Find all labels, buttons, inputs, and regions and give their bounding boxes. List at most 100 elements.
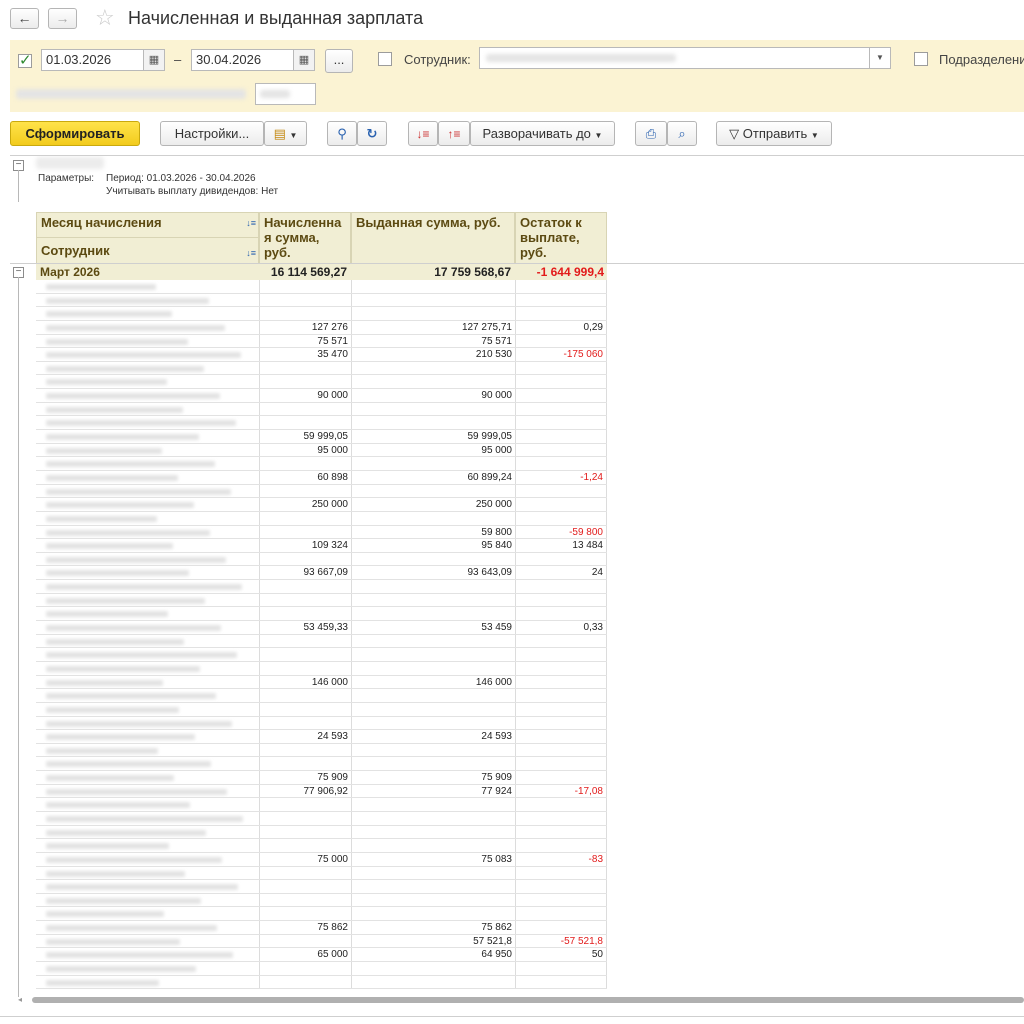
cell-paid: 59 999,05 [351, 430, 515, 443]
table-row[interactable]: 75 862 75 862 [36, 921, 607, 935]
table-row[interactable] [36, 975, 607, 990]
table-row[interactable] [36, 607, 607, 622]
forward-button[interactable]: → [48, 8, 77, 29]
table-row[interactable] [36, 648, 607, 662]
table-row[interactable]: 75 571 75 571 [36, 334, 607, 349]
sort-asc-button[interactable]: ↓≡ [408, 121, 438, 146]
table-row[interactable] [36, 416, 607, 431]
table-row[interactable]: 90 000 90 000 [36, 389, 607, 403]
table-row[interactable] [36, 580, 607, 594]
table-row[interactable] [36, 798, 607, 812]
cell-paid [351, 743, 515, 757]
report-variant-icon: ▤ [273, 126, 286, 141]
print-button[interactable]: ⎙ [635, 121, 667, 146]
table-row[interactable] [36, 743, 607, 758]
table-row[interactable] [36, 839, 607, 853]
settings-button[interactable]: Настройки... [160, 121, 264, 146]
table-row[interactable] [36, 962, 607, 976]
department-checkbox[interactable] [914, 52, 928, 66]
table-row[interactable]: 35 470 210 530 -175 060 [36, 348, 607, 362]
preview-button[interactable]: ⌕ [667, 121, 697, 146]
table-row[interactable]: 146 000 146 000 [36, 675, 607, 690]
table-row[interactable] [36, 484, 607, 499]
blurred-option-field[interactable] [255, 83, 316, 105]
table-row[interactable] [36, 866, 607, 881]
table-row[interactable] [36, 280, 607, 294]
table-row[interactable]: 93 667,09 93 643,09 24 [36, 566, 607, 581]
table-row[interactable] [36, 757, 607, 772]
table-row[interactable]: 65 000 64 950 50 [36, 948, 607, 963]
generate-button[interactable]: Сформировать [10, 121, 140, 146]
report-spreadsheet[interactable]: − Параметры: Период: 01.03.2026 - 30.04.2… [10, 155, 1024, 1006]
table-row[interactable]: 75 909 75 909 [36, 771, 607, 785]
employee-field[interactable] [479, 47, 871, 69]
scroll-left-icon[interactable]: ◂ [18, 995, 22, 1004]
table-row[interactable] [36, 661, 607, 676]
table-row[interactable]: 109 324 95 840 13 484 [36, 539, 607, 553]
table-row[interactable] [36, 402, 607, 417]
table-row[interactable]: 75 000 75 083 -83 [36, 852, 607, 867]
blurred-employee-value [486, 54, 676, 62]
table-row[interactable] [36, 811, 607, 826]
header-month[interactable]: Месяц начисления ↓≡ [36, 212, 259, 238]
calendar-from-icon[interactable]: ▦ [143, 49, 165, 71]
favorite-star-icon[interactable]: ☆ [95, 6, 115, 30]
table-row[interactable] [36, 689, 607, 703]
cell-remainder: -59 800 [515, 525, 607, 539]
cell-paid [351, 757, 515, 771]
table-row[interactable] [36, 825, 607, 840]
find-next-button[interactable]: ↻ [357, 121, 387, 146]
cell-accrued [259, 962, 351, 975]
table-row[interactable]: 60 898 60 899,24 -1,24 [36, 470, 607, 485]
table-row[interactable] [36, 307, 607, 321]
cell-accrued: 75 862 [259, 921, 351, 934]
table-row[interactable] [36, 702, 607, 717]
table-row[interactable] [36, 552, 607, 567]
horizontal-scrollbar[interactable] [32, 997, 1024, 1003]
find-button[interactable]: ⚲ [327, 121, 357, 146]
table-row[interactable] [36, 361, 607, 376]
table-row[interactable] [36, 893, 607, 908]
table-row[interactable]: 95 000 95 000 [36, 443, 607, 458]
table-row[interactable] [36, 716, 607, 731]
table-row[interactable] [36, 457, 607, 471]
table-row[interactable] [36, 511, 607, 526]
header-remainder[interactable]: Остаток к выплате, руб. [515, 212, 607, 264]
group-row-march[interactable]: Март 2026 16 114 569,27 17 759 568,67 -1… [36, 264, 607, 280]
period-checkbox[interactable] [18, 51, 32, 69]
variants-button[interactable]: ▤ ▼ [264, 121, 307, 146]
table-row[interactable]: 24 593 24 593 [36, 730, 607, 744]
cell-paid [351, 280, 515, 293]
sort-desc-button[interactable]: ↑≡ [438, 121, 470, 146]
date-to-field[interactable]: 30.04.2026 [191, 49, 295, 71]
employee-checkbox[interactable] [378, 52, 392, 66]
table-row[interactable]: 250 000 250 000 [36, 498, 607, 512]
table-row[interactable]: 59 999,05 59 999,05 [36, 430, 607, 444]
calendar-to-icon[interactable]: ▦ [293, 49, 315, 71]
blurred-employee-name [46, 570, 189, 577]
back-button[interactable]: ← [10, 8, 39, 29]
cell-remainder [515, 866, 607, 880]
send-button[interactable]: ▽ Отправить ▼ [716, 121, 832, 146]
cell-paid [351, 716, 515, 730]
header-employee[interactable]: Сотрудник ↓≡ [36, 237, 259, 264]
table-row[interactable]: 59 800 -59 800 [36, 525, 607, 540]
cell-remainder [515, 580, 607, 593]
table-row[interactable] [36, 634, 607, 649]
table-row[interactable]: 127 276 127 275,71 0,29 [36, 320, 607, 335]
cell-remainder [515, 361, 607, 375]
table-row[interactable] [36, 293, 607, 308]
expand-to-button[interactable]: Разворачивать до ▼ [470, 121, 615, 146]
header-paid[interactable]: Выданная сумма, руб. [351, 212, 515, 264]
table-row[interactable]: 57 521,8 -57 521,8 [36, 934, 607, 949]
table-row[interactable] [36, 593, 607, 608]
table-row[interactable]: 77 906,92 77 924 -17,08 [36, 784, 607, 799]
table-row[interactable] [36, 907, 607, 922]
dropdown-arrow-icon[interactable]: ▼ [869, 47, 891, 69]
header-accrued[interactable]: Начисленна я сумма, руб. [259, 212, 351, 264]
period-select-button[interactable]: ... [325, 49, 353, 73]
date-from-field[interactable]: 01.03.2026 [41, 49, 145, 71]
table-row[interactable] [36, 375, 607, 390]
table-row[interactable]: 53 459,33 53 459 0,33 [36, 621, 607, 635]
table-row[interactable] [36, 880, 607, 894]
